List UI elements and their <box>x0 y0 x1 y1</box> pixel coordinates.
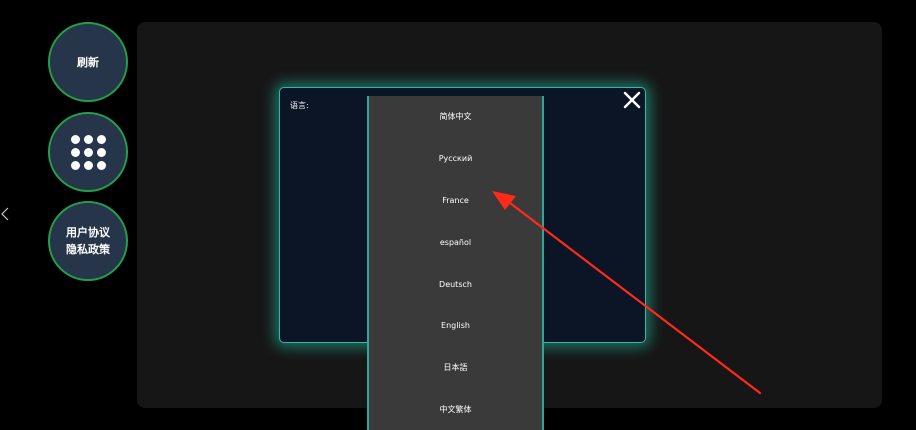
language-option-ru[interactable]: Русский <box>369 138 542 180</box>
language-option-en[interactable]: English <box>369 305 542 347</box>
refresh-label: 刷新 <box>77 55 99 69</box>
language-option-zh-hans[interactable]: 简体中文 <box>369 96 542 138</box>
user-agreement-label: 用户协议 <box>66 226 110 239</box>
language-option-de[interactable]: Deutsch <box>369 263 542 305</box>
language-option-fr[interactable]: France <box>369 180 542 222</box>
back-chevron-icon[interactable] <box>0 206 10 222</box>
privacy-policy-label: 隐私政策 <box>66 243 110 256</box>
language-option-es[interactable]: español <box>369 221 542 263</box>
language-dropdown[interactable]: 简体中文 Русский France español Deutsch Engl… <box>367 96 544 430</box>
refresh-button[interactable]: 刷新 <box>48 22 128 102</box>
grid-dots-icon <box>70 134 106 170</box>
language-label: 语言: <box>290 101 309 110</box>
language-option-ja[interactable]: 日本語 <box>369 347 542 389</box>
menu-grid-button[interactable] <box>48 112 128 192</box>
user-agreement-privacy-button[interactable]: 用户协议 隐私政策 <box>48 201 128 281</box>
language-option-zh-hant[interactable]: 中文繁体 <box>369 389 542 430</box>
close-icon[interactable] <box>621 89 643 111</box>
screen: 刷新 用户协议 隐私政策 语言: 简体中文 Русский France esp… <box>0 0 916 430</box>
